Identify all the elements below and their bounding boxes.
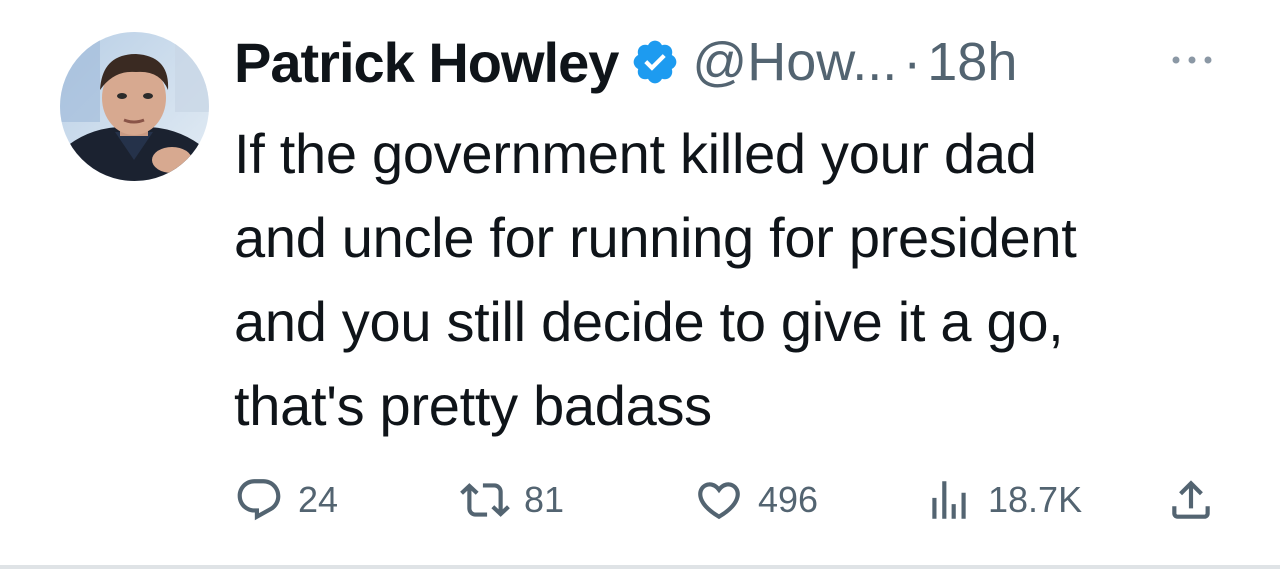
tweet-header: Patrick Howley @How... · 18h: [234, 26, 1017, 98]
share-icon: [1172, 480, 1210, 519]
more-icon[interactable]: [1168, 46, 1216, 74]
like-button[interactable]: 496: [694, 474, 818, 526]
retweet-count: 81: [524, 479, 565, 520]
reply-button[interactable]: 24: [234, 474, 338, 526]
share-button[interactable]: [1166, 474, 1216, 526]
views-count: 18.7K: [988, 479, 1083, 520]
retweet-button[interactable]: 81: [460, 474, 564, 526]
avatar[interactable]: [60, 32, 209, 181]
separator-dot: ·: [903, 32, 922, 92]
author-handle[interactable]: @How...: [692, 31, 897, 93]
heart-icon: [698, 482, 740, 520]
retweet-icon: [460, 483, 510, 517]
reply-count: 24: [298, 479, 339, 520]
tweet-card: Patrick Howley @How... · 18h If the gove…: [0, 0, 1280, 569]
verified-badge-icon: [634, 40, 677, 84]
timestamp[interactable]: 18h: [927, 31, 1017, 93]
reply-icon: [237, 479, 281, 521]
views-button[interactable]: 18.7K: [924, 474, 1082, 526]
tweet-text: If the government killed your dad and un…: [234, 122, 1077, 437]
action-bar: 24 81 496 18.7K: [0, 474, 1280, 526]
views-icon: [932, 481, 966, 519]
divider: [0, 565, 1280, 569]
like-count: 496: [758, 479, 819, 520]
display-name[interactable]: Patrick Howley: [234, 30, 619, 95]
